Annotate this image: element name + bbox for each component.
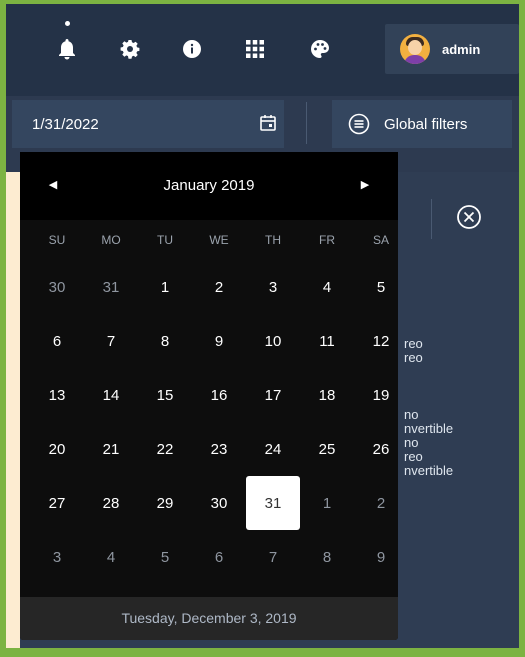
calendar-day[interactable]: 6 — [192, 530, 246, 584]
calendar-day[interactable]: 21 — [84, 422, 138, 476]
app-root: admin 1/31/2022 Global filters reo reo n… — [6, 4, 519, 648]
card-divider — [431, 199, 432, 239]
date-field[interactable]: 1/31/2022 — [12, 100, 284, 148]
calendar-day[interactable]: 2 — [354, 476, 408, 530]
calendar-day[interactable]: 14 — [84, 368, 138, 422]
calendar-day[interactable]: 5 — [138, 530, 192, 584]
calendar-day[interactable]: 8 — [138, 314, 192, 368]
calendar-day[interactable]: 11 — [300, 314, 354, 368]
background-text: nvertible — [404, 463, 454, 478]
weekday-label: WE — [209, 233, 229, 247]
calendar-day[interactable]: 20 — [30, 422, 84, 476]
calendar-day[interactable]: 8 — [300, 530, 354, 584]
calendar-day[interactable]: 7 — [246, 530, 300, 584]
user-menu[interactable]: admin — [385, 24, 519, 74]
weekday-label: FR — [319, 233, 335, 247]
calendar-day[interactable]: 23 — [192, 422, 246, 476]
calendar-day[interactable]: 16 — [192, 368, 246, 422]
notification-dot — [65, 21, 70, 26]
toolbar-divider — [306, 102, 307, 144]
gear-icon[interactable] — [117, 36, 143, 62]
calendar-day[interactable]: 28 — [84, 476, 138, 530]
calendar-day[interactable]: 19 — [354, 368, 408, 422]
calendar-day[interactable]: 4 — [84, 530, 138, 584]
calendar-header: ◀ January 2019 ▶ — [20, 152, 398, 220]
left-panel-edge — [6, 172, 20, 648]
global-filters-label: Global filters — [384, 115, 468, 133]
calendar-day-selected[interactable]: 31 — [246, 476, 300, 530]
calendar-day[interactable]: 15 — [138, 368, 192, 422]
info-icon[interactable] — [179, 36, 205, 62]
calendar-day[interactable]: 9 — [354, 530, 408, 584]
filter-list-icon — [348, 113, 370, 135]
calendar-day[interactable]: 25 — [300, 422, 354, 476]
calendar-day[interactable]: 3 — [30, 530, 84, 584]
calendar-day[interactable]: 17 — [246, 368, 300, 422]
calendar-day[interactable]: 22 — [138, 422, 192, 476]
calendar-day[interactable]: 24 — [246, 422, 300, 476]
weekday-label: SU — [48, 233, 66, 247]
avatar — [400, 34, 430, 64]
apps-grid-icon[interactable] — [242, 36, 268, 62]
date-picker-popup: ◀ January 2019 ▶ SU MO TU WE TH FR SA 30 31 1 2 3 4… — [20, 152, 398, 640]
today-footer[interactable]: Tuesday, December 3, 2019 — [20, 597, 398, 640]
calendar-day[interactable]: 31 — [84, 260, 138, 314]
calendar-day[interactable]: 30 — [192, 476, 246, 530]
weekday-label: TU — [157, 233, 173, 247]
calendar-day[interactable]: 9 — [192, 314, 246, 368]
calendar-day[interactable]: 30 — [30, 260, 84, 314]
bell-icon[interactable] — [54, 36, 80, 62]
close-circle-icon[interactable] — [456, 204, 482, 230]
calendar-icon[interactable] — [259, 114, 277, 137]
palette-icon[interactable] — [307, 36, 333, 62]
calendar-day[interactable]: 18 — [300, 368, 354, 422]
calendar-day[interactable]: 6 — [30, 314, 84, 368]
weekday-label: MO — [101, 233, 121, 247]
calendar-day[interactable]: 3 — [246, 260, 300, 314]
calendar-day[interactable]: 1 — [300, 476, 354, 530]
calendar-day[interactable]: 5 — [354, 260, 408, 314]
date-value: 1/31/2022 — [32, 116, 99, 133]
username: admin — [442, 41, 481, 57]
weekday-header: SU MO TU WE TH FR SA — [20, 220, 398, 260]
calendar-day[interactable]: 29 — [138, 476, 192, 530]
calendar-day[interactable]: 7 — [84, 314, 138, 368]
calendar-day[interactable]: 13 — [30, 368, 84, 422]
weekday-label: TH — [265, 233, 281, 247]
calendar-day[interactable]: 27 — [30, 476, 84, 530]
calendar-day[interactable]: 1 — [138, 260, 192, 314]
next-month-icon[interactable]: ▶ — [358, 178, 372, 192]
calendar-day[interactable]: 2 — [192, 260, 246, 314]
calendar-day[interactable]: 26 — [354, 422, 408, 476]
calendar-day[interactable]: 10 — [246, 314, 300, 368]
top-bar: admin — [6, 4, 519, 96]
weekday-label: SA — [372, 233, 389, 247]
global-filters-button[interactable]: Global filters — [332, 100, 512, 148]
calendar-day[interactable]: 12 — [354, 314, 408, 368]
month-title[interactable]: January 2019 — [20, 177, 398, 194]
background-text: nvertible — [404, 421, 454, 436]
calendar-day[interactable]: 4 — [300, 260, 354, 314]
